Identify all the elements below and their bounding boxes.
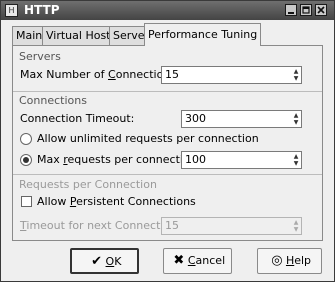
requests-per-connection-heading: Requests per Connection [19,178,157,191]
http-dialog-window: H HTTP Main Virtual Hosts Server Perform… [0,0,335,282]
persistent-connections-label[interactable]: Allow Persistent Connections [37,195,196,209]
max-requests-radio[interactable] [20,154,32,166]
timeout-next-connection-value: 15 [165,219,179,232]
app-icon[interactable]: H [5,4,18,17]
max-requests-label[interactable]: Max requests per connection: [37,153,200,167]
spin-arrows-icon[interactable]: ▲ ▼ [292,68,300,82]
tab-performance-tuning[interactable]: Performance Tuning [144,23,262,46]
ok-button[interactable]: ✔ OK [70,248,139,274]
divider [13,174,322,175]
max-requests-spinbox[interactable]: 100 ▲ ▼ [181,151,302,169]
close-button[interactable] [315,4,327,16]
unlimited-requests-radio[interactable] [20,133,32,145]
maximize-button[interactable] [300,4,312,16]
servers-heading: Servers [19,50,61,63]
max-connections-value: 15 [165,68,179,81]
radio-selected-dot [23,157,29,163]
cancel-button[interactable]: ✖ Cancel [163,248,232,274]
persistent-connections-checkbox[interactable] [21,196,32,207]
connection-timeout-label: Connection Timeout: [20,112,135,125]
spin-arrows-icon[interactable]: ▲ ▼ [292,153,300,167]
unlimited-requests-label[interactable]: Allow unlimited requests per connection [37,132,259,146]
max-connections-label: Max Number of Connections: [20,68,180,81]
connections-heading: Connections [19,94,87,107]
minimize-button[interactable] [285,4,297,16]
max-requests-value: 100 [185,153,206,166]
max-connections-spinbox[interactable]: 15 ▲ ▼ [161,66,302,84]
window-title: HTTP [24,3,60,17]
close-icon [317,6,325,14]
minimize-icon [288,12,294,14]
help-button[interactable]: ◎ Help [257,248,322,274]
maximize-icon [302,6,310,14]
timeout-next-connection-spinbox[interactable]: 15 ▲ ▼ [161,217,302,235]
spin-arrows-icon[interactable]: ▲ ▼ [292,219,300,233]
divider [13,91,322,92]
connection-timeout-spinbox[interactable]: 300 ▲ ▼ [181,110,302,128]
cancel-x-icon: ✖ [173,253,185,268]
connection-timeout-value: 300 [185,112,206,125]
timeout-next-connection-label: Timeout for next Connection: [20,219,181,232]
performance-tuning-panel: Servers Max Number of Connections: 15 ▲ ▼… [12,45,323,241]
help-lifebuoy-icon: ◎ [271,253,283,268]
title-bar[interactable]: H HTTP [1,1,334,20]
checkmark-icon: ✔ [91,254,102,269]
spin-arrows-icon[interactable]: ▲ ▼ [292,112,300,126]
